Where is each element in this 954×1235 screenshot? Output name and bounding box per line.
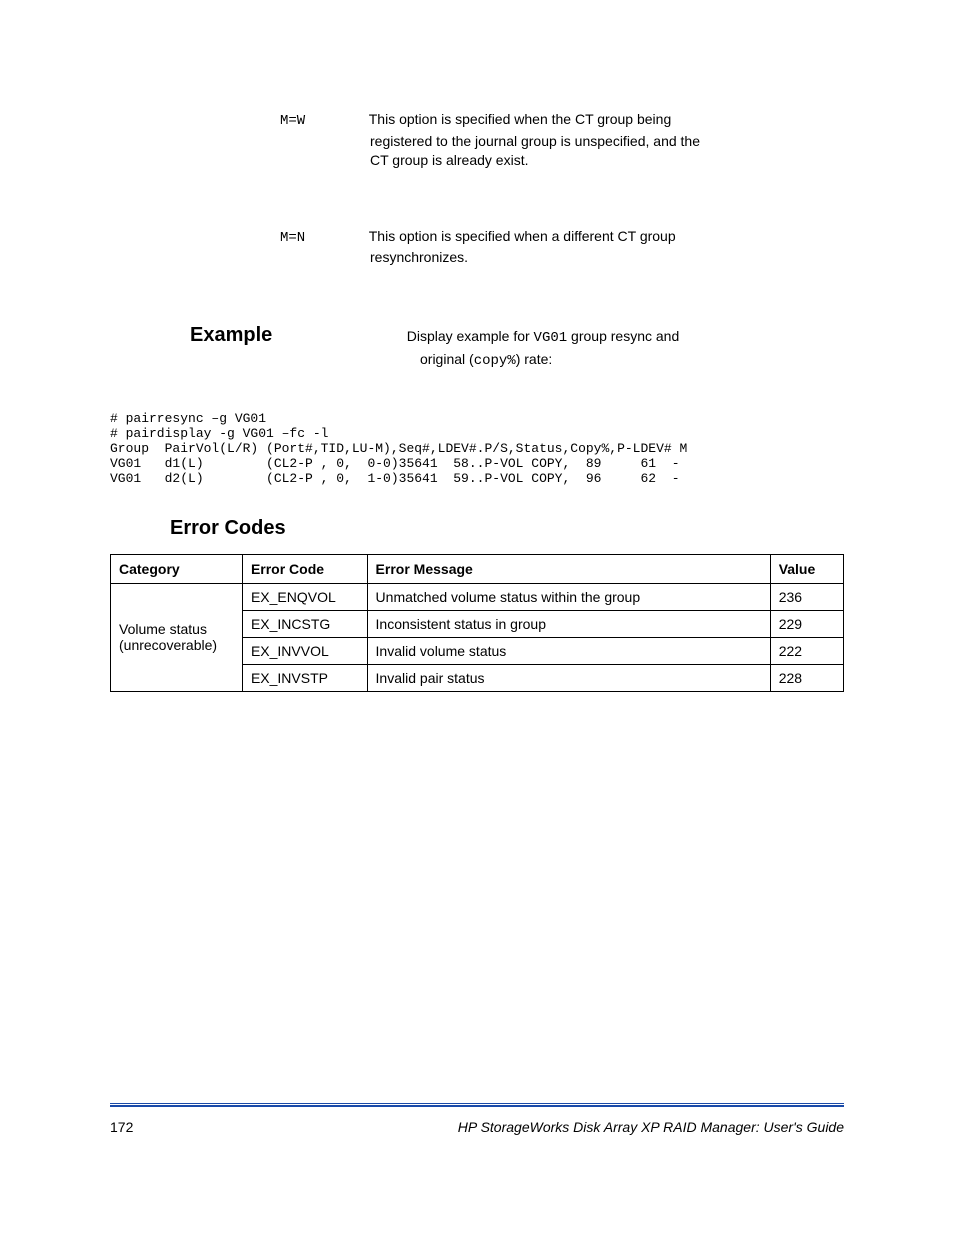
cell-code: EX_INCSTG xyxy=(242,610,367,637)
mw-text-1: This option is specified when the CT gro… xyxy=(369,111,671,127)
mw-text-3: CT group is already exist. xyxy=(370,152,528,168)
example-text-2b: ) rate: xyxy=(516,351,553,367)
example-text-1b: group resync and xyxy=(567,328,679,344)
example-text-1a: Display example for xyxy=(407,328,534,344)
th-message: Error Message xyxy=(367,554,770,583)
footer: 172 HP StorageWorks Disk Array XP RAID M… xyxy=(110,1119,844,1135)
page-number: 172 xyxy=(110,1119,133,1135)
mw-code: M=W xyxy=(280,113,305,129)
cell-code: EX_INVSTP xyxy=(242,664,367,691)
example-code-2: copy% xyxy=(474,353,516,369)
mn-text-2: resynchronizes. xyxy=(370,249,468,265)
example-block: Example Display example for VG01 group r… xyxy=(190,324,844,372)
cell-code: EX_INVVOL xyxy=(242,637,367,664)
example-text-2a: original ( xyxy=(420,351,474,367)
cell-message: Invalid pair status xyxy=(367,664,770,691)
mn-paragraph: M=N This option is specified when a diff… xyxy=(280,227,844,268)
page: M=W This option is specified when the CT… xyxy=(0,0,954,1235)
cell-value: 229 xyxy=(770,610,843,637)
cell-value: 222 xyxy=(770,637,843,664)
cell-message: Inconsistent status in group xyxy=(367,610,770,637)
table-header-row: Category Error Code Error Message Value xyxy=(111,554,844,583)
th-value: Value xyxy=(770,554,843,583)
content-area: M=W This option is specified when the CT… xyxy=(110,110,844,692)
error-codes-table: Category Error Code Error Message Value … xyxy=(110,554,844,692)
code-block: # pairresync –g VG01 # pairdisplay -g VG… xyxy=(110,412,844,487)
cell-value: 236 xyxy=(770,583,843,610)
mn-text-1: This option is specified when a differen… xyxy=(369,228,676,244)
document-title: HP StorageWorks Disk Array XP RAID Manag… xyxy=(458,1119,844,1135)
mw-text-2: registered to the journal group is unspe… xyxy=(370,133,700,149)
cell-category: Volume status (unrecoverable) xyxy=(111,583,243,691)
table-row: Volume status (unrecoverable) EX_ENQVOL … xyxy=(111,583,844,610)
example-code-1: VG01 xyxy=(534,330,568,346)
cell-value: 228 xyxy=(770,664,843,691)
cell-message: Invalid volume status xyxy=(367,637,770,664)
footer-rule xyxy=(110,1103,844,1107)
cell-message: Unmatched volume status within the group xyxy=(367,583,770,610)
mw-paragraph: M=W This option is specified when the CT… xyxy=(280,110,844,171)
th-category: Category xyxy=(111,554,243,583)
example-heading: Example xyxy=(190,324,272,347)
cell-code: EX_ENQVOL xyxy=(242,583,367,610)
th-code: Error Code xyxy=(242,554,367,583)
mn-code: M=N xyxy=(280,230,305,246)
error-codes-heading: Error Codes xyxy=(170,517,844,540)
